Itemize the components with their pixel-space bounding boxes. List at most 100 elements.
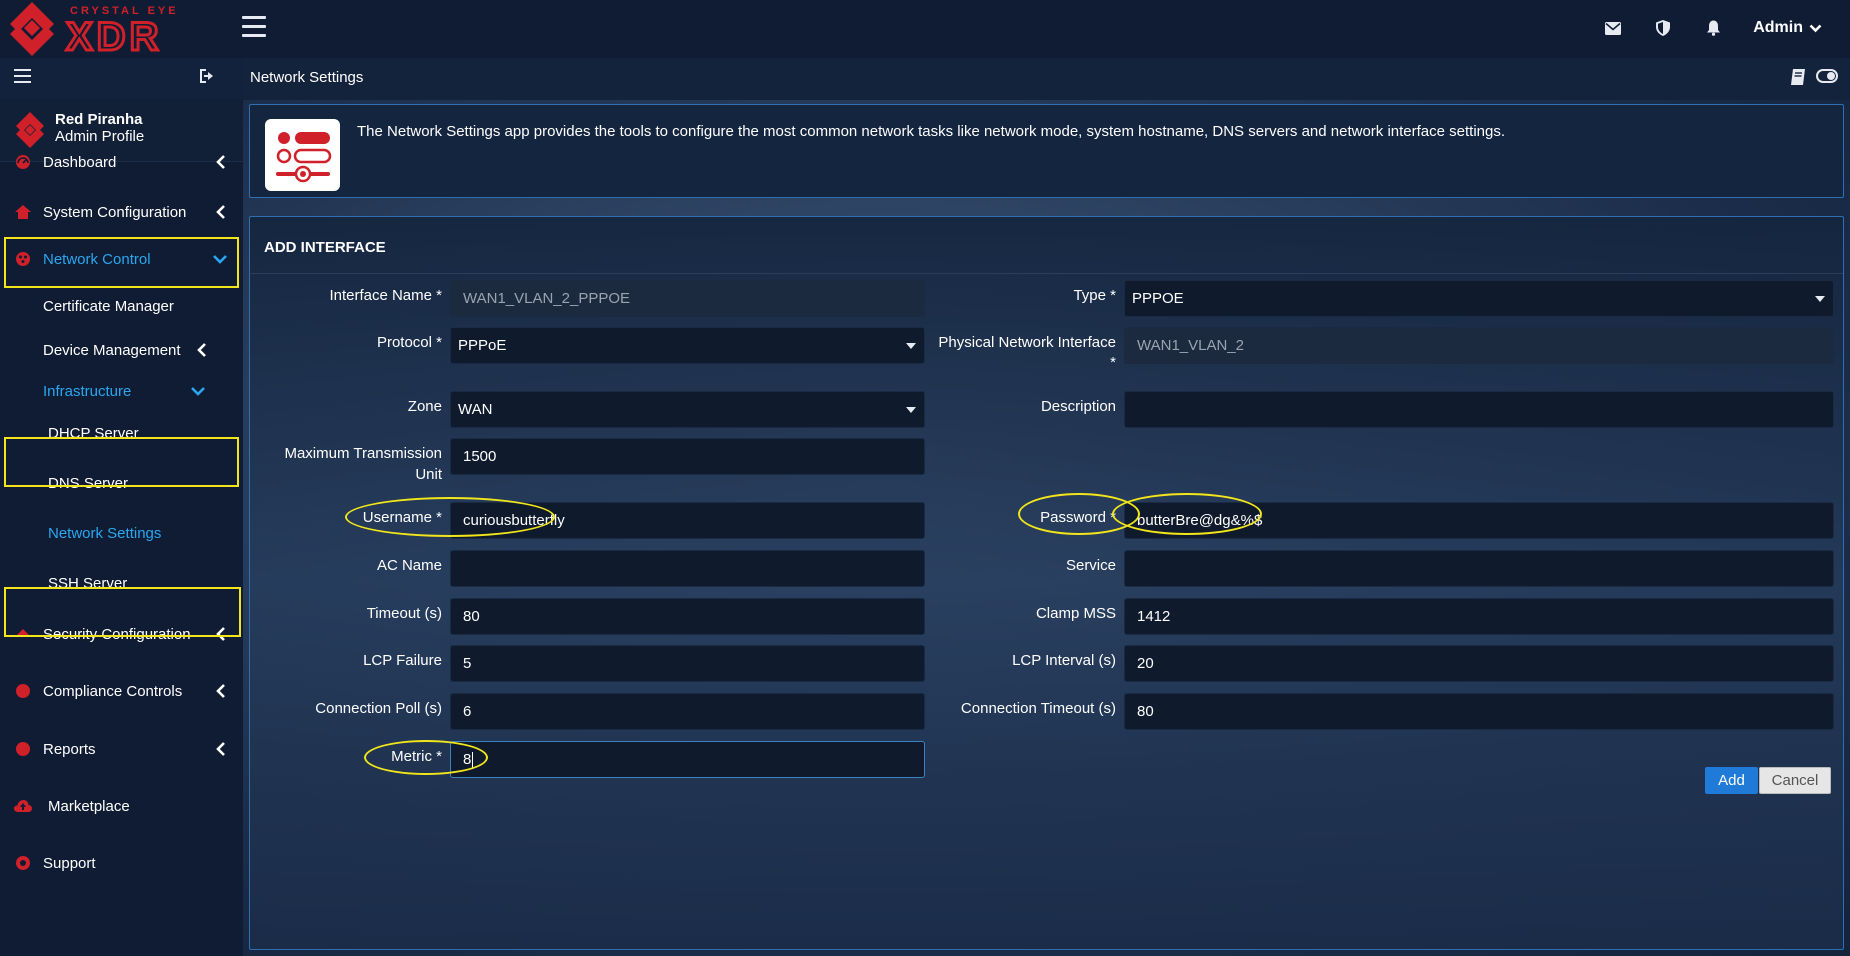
settings-sliders-icon (265, 119, 340, 191)
physical-interface-input[interactable]: WAN1_VLAN_2 (1124, 327, 1834, 364)
sidebar-item-marketplace[interactable]: Marketplace (0, 786, 243, 826)
sidebar-item-security-configuration[interactable]: Security Configuration (0, 614, 243, 654)
lcp-failure-input[interactable]: 5 (450, 645, 925, 682)
chevron-left-icon (216, 155, 225, 169)
sidebar-item-network-settings[interactable]: Network Settings (0, 513, 243, 553)
sidebar-item-infrastructure[interactable]: Infrastructure (0, 371, 243, 411)
connection-timeout-input[interactable]: 80 (1124, 693, 1834, 730)
sidebar-item-reports[interactable]: Reports (0, 729, 243, 769)
username-label: Username * (362, 509, 442, 526)
chevron-left-icon (216, 205, 225, 219)
cloud-icon (14, 797, 32, 815)
sidebar-item-system-configuration[interactable]: System Configuration (0, 192, 243, 232)
connection-poll-input[interactable]: 6 (450, 693, 925, 730)
page-header: Network Settings (243, 58, 1850, 100)
sidebar-item-label: Dashboard (43, 153, 117, 171)
username-input[interactable]: curiousbutterfly (450, 502, 925, 539)
page-description: The Network Settings app provides the to… (357, 123, 1506, 140)
metric-input[interactable]: 8 (450, 741, 925, 778)
sidebar-item-device-management[interactable]: Device Management (0, 330, 243, 370)
protocol-select[interactable]: PPPoE (450, 327, 925, 364)
crystal-eye-xdr-logo[interactable]: CRYSTAL EYE XDR (8, 0, 208, 61)
sidebar-item-certificate-manager[interactable]: Certificate Manager (0, 286, 243, 326)
metric-label: Metric * (391, 748, 442, 765)
lcp-interval-label: LCP Interval (s) (1012, 652, 1116, 669)
zone-select[interactable]: WAN (450, 391, 925, 428)
sidebar-item-label: Network Control (43, 250, 151, 268)
top-bar: CRYSTAL EYE XDR Admin (0, 0, 1850, 61)
sidebar-item-label: DNS Server (48, 474, 129, 492)
sidebar-collapse-icon[interactable] (14, 69, 31, 83)
add-interface-form: ADD INTERFACE Interface Name * WAN1_VLAN… (249, 216, 1844, 950)
zone-label: Zone (407, 398, 442, 415)
physical-interface-required-mark: * (1110, 354, 1116, 371)
lcp-failure-label: LCP Failure (363, 652, 442, 669)
toggle-switch-icon[interactable] (1816, 69, 1838, 87)
book-icon[interactable] (1790, 68, 1806, 90)
password-input[interactable]: butterBre@dg&%$ (1124, 502, 1834, 539)
sidebar-item-dns-server[interactable]: DNS Server (0, 463, 243, 503)
interface-name-input[interactable]: WAN1_VLAN_2_PPPOE (450, 280, 925, 317)
house-icon (14, 203, 32, 221)
clamp-mss-input[interactable]: 1412 (1124, 598, 1834, 635)
clamp-mss-label: Clamp MSS (1035, 605, 1116, 622)
chevron-left-icon (197, 343, 206, 357)
text-caret (472, 751, 474, 769)
timeout-input[interactable]: 80 (450, 598, 925, 635)
interface-name-label: Interface Name * (329, 287, 442, 304)
sidebar-item-label: Network Settings (48, 524, 162, 542)
sidebar-item-support[interactable]: Support (0, 843, 243, 883)
timeout-label: Timeout (s) (366, 605, 442, 622)
type-select[interactable]: PPPOE (1124, 280, 1834, 317)
service-label: Service (1065, 557, 1116, 574)
chevron-down-icon (191, 387, 205, 396)
ac-name-input[interactable] (450, 550, 925, 587)
page-title: Network Settings (250, 69, 364, 86)
description-input[interactable] (1124, 391, 1834, 428)
form-divider (250, 273, 1843, 274)
sidebar-item-label: Infrastructure (43, 382, 132, 400)
connection-timeout-label: Connection Timeout (s) (960, 700, 1116, 717)
sidebar-item-label: Reports (43, 740, 96, 758)
sidebar-item-label: Support (43, 854, 96, 872)
lcp-interval-input[interactable]: 20 (1124, 645, 1834, 682)
main-content: Network Settings The Network Settings ap… (243, 58, 1850, 956)
app-info-card: The Network Settings app provides the to… (249, 104, 1844, 198)
cancel-button[interactable]: Cancel (1759, 767, 1831, 794)
sidebar-item-network-control[interactable]: Network Control (0, 239, 243, 279)
sidebar: Red Piranha Admin Profile Dashboard Syst… (0, 58, 243, 956)
shield-icon[interactable] (1653, 18, 1673, 38)
sidebar-item-label: System Configuration (43, 203, 187, 221)
bell-icon[interactable] (1703, 18, 1723, 38)
sidebar-item-compliance-controls[interactable]: Compliance Controls (0, 671, 243, 711)
shield-icon (14, 625, 32, 643)
type-label: Type * (1073, 287, 1116, 304)
sidebar-item-dhcp-server[interactable]: DHCP Server (0, 413, 243, 453)
sidebar-item-label: Marketplace (48, 797, 130, 815)
connection-poll-label: Connection Poll (s) (315, 700, 442, 717)
sidebar-item-label: Security Configuration (43, 625, 191, 643)
brand-name: XDR (66, 15, 162, 58)
chevron-left-icon (216, 742, 225, 756)
chevron-left-icon (216, 627, 225, 641)
service-input[interactable] (1124, 550, 1834, 587)
chevron-down-icon (1809, 24, 1822, 32)
password-label: Password * (1040, 509, 1116, 526)
chevron-left-icon (216, 684, 225, 698)
mtu-input[interactable]: 1500 (450, 438, 925, 475)
network-icon (14, 250, 32, 268)
metric-input-value: 8 (463, 751, 472, 768)
protocol-label: Protocol * (376, 334, 442, 351)
envelope-icon[interactable] (1603, 18, 1623, 38)
main-menu-toggle-icon[interactable] (242, 16, 266, 38)
reports-icon (14, 740, 32, 758)
sidebar-item-label: Certificate Manager (43, 297, 174, 315)
admin-user-menu[interactable]: Admin (1753, 19, 1822, 37)
admin-user-label: Admin (1753, 19, 1803, 36)
sidebar-item-ssh-server[interactable]: SSH Server (0, 563, 243, 603)
sidebar-item-label: SSH Server (48, 574, 128, 592)
add-button[interactable]: Add (1705, 767, 1758, 794)
logout-icon[interactable] (200, 69, 215, 87)
sidebar-item-dashboard[interactable]: Dashboard (0, 142, 243, 182)
profile-name: Red Piranha (55, 111, 143, 128)
